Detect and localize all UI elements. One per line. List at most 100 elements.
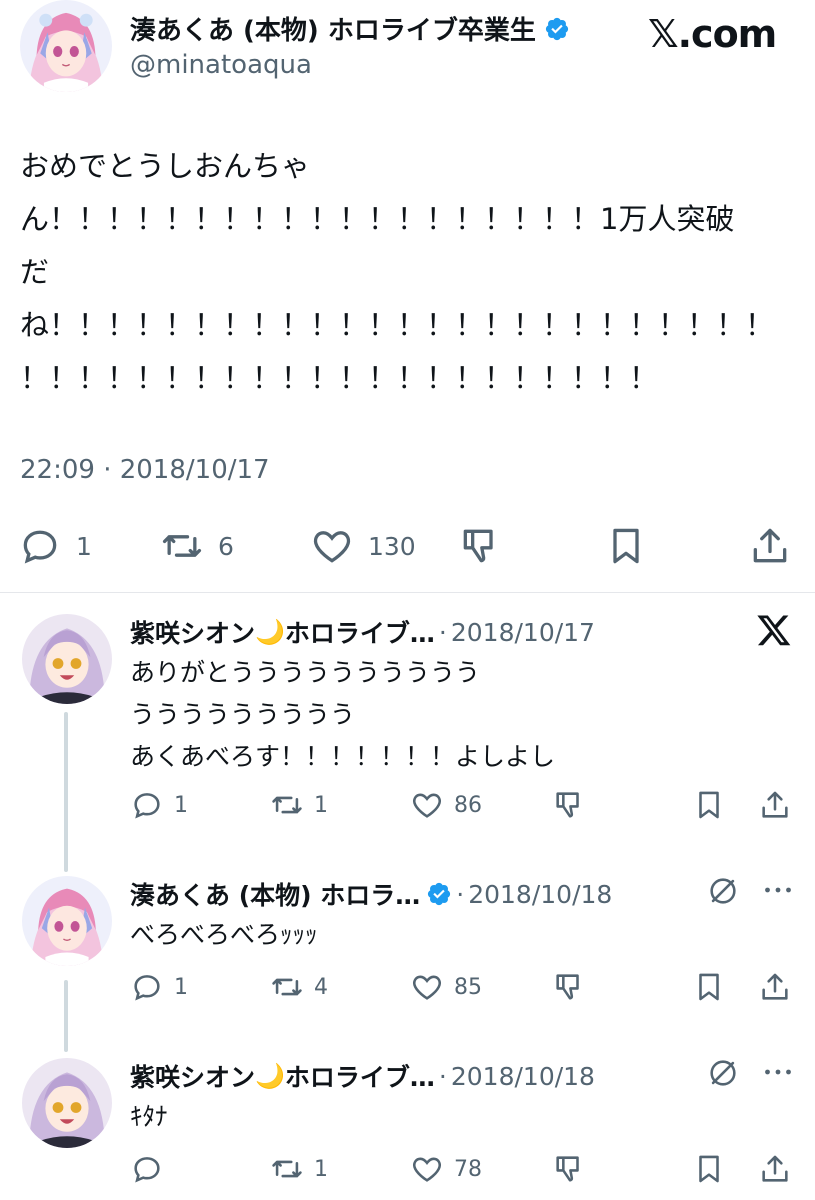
reply-icon	[23, 530, 57, 564]
moon-emoji: 🌙	[255, 618, 285, 646]
main-handle[interactable]: @minatoaqua	[130, 50, 312, 80]
bookmark-icon	[613, 528, 639, 564]
separator: ·	[438, 617, 447, 647]
share-button[interactable]	[758, 1152, 792, 1186]
retweet-count: 1	[314, 1156, 328, 1182]
dislike-icon	[556, 792, 579, 818]
reply-date[interactable]: 2018/10/17	[451, 618, 595, 647]
reply-button[interactable]	[130, 1152, 174, 1186]
retweet-button[interactable]: 4	[270, 970, 328, 1004]
retweet-count: 1	[314, 792, 328, 818]
reply-button[interactable]: 1	[130, 970, 188, 1004]
dislike-icon	[556, 1156, 579, 1182]
bookmark-icon	[699, 1155, 719, 1183]
heart-icon	[313, 531, 351, 563]
reply-text: ｷﾀﾅ	[130, 1102, 168, 1131]
verified-badge-icon	[428, 882, 451, 906]
main-tweet-text: おめでとうしおんちゃ ん！！！！！！！！！！！！！！！！！！！1万人突破 だ ね…	[20, 149, 775, 395]
bookmark-button[interactable]	[692, 1152, 726, 1186]
dislike-icon	[556, 974, 579, 1000]
moon-emoji: 🌙	[255, 1062, 285, 1090]
dislike-button[interactable]	[552, 970, 586, 1004]
reply-display-name[interactable]: 湊あくあ (本物) ホロラ…	[130, 876, 420, 912]
x-logo-icon	[756, 612, 792, 652]
heart-icon	[413, 1157, 441, 1182]
reply-icon	[134, 975, 160, 1001]
reply-count: 1	[76, 531, 92, 561]
thread-line	[64, 712, 68, 872]
like-count: 85	[454, 974, 482, 1000]
retweet-icon	[162, 535, 202, 557]
like-count: 78	[454, 1156, 482, 1182]
reply-button[interactable]: 1	[130, 788, 188, 822]
reply-display-name[interactable]: 紫咲シオン	[130, 614, 255, 650]
reply-count: 1	[174, 792, 188, 818]
share-icon	[762, 1155, 788, 1182]
like-button[interactable]: 130	[310, 524, 416, 568]
like-count: 86	[454, 792, 482, 818]
more-icon[interactable]	[760, 872, 796, 912]
dislike-button[interactable]	[552, 1152, 586, 1186]
main-tweet-header: 湊あくあ (本物) ホロライブ卒業生 @minatoaqua 𝕏.com	[0, 0, 815, 110]
thread-line	[64, 980, 68, 1052]
display-name-text: 湊あくあ (本物) ホロライブ卒業生	[130, 16, 536, 46]
reply-button[interactable]: 1	[18, 524, 92, 568]
like-count: 130	[368, 531, 416, 561]
bookmark-button[interactable]	[692, 970, 726, 1004]
reply-count: 1	[174, 974, 188, 1000]
dislike-button[interactable]	[458, 524, 502, 568]
reply-display-name-suffix[interactable]: ホロライブ…	[285, 614, 435, 650]
separator: ·	[438, 1061, 447, 1091]
bookmark-icon	[699, 791, 719, 819]
main-display-name[interactable]: 湊あくあ (本物) ホロライブ卒業生	[130, 10, 570, 47]
retweet-count: 4	[314, 974, 328, 1000]
reply-icon	[134, 1157, 160, 1183]
share-icon	[762, 791, 788, 818]
share-button[interactable]	[758, 788, 792, 822]
more-icon[interactable]	[760, 1054, 796, 1094]
reply-header: 紫咲シオン 🌙 ホロライブ… · 2018/10/18	[130, 1058, 595, 1094]
reply-date[interactable]: 2018/10/18	[468, 880, 612, 909]
share-icon	[762, 973, 788, 1000]
retweet-icon	[272, 978, 302, 996]
retweet-button[interactable]: 1	[270, 1152, 328, 1186]
reply-icon	[134, 793, 160, 819]
x-logo-icon: 𝕏.com	[648, 12, 777, 56]
bookmark-icon	[699, 973, 719, 1001]
grok-icon[interactable]	[706, 874, 740, 912]
dislike-button[interactable]	[552, 788, 586, 822]
reply-display-name[interactable]: 紫咲シオン	[130, 1058, 255, 1094]
reply-date[interactable]: 2018/10/18	[451, 1062, 595, 1091]
like-button[interactable]: 86	[410, 788, 482, 822]
main-tweet-timestamp[interactable]: 22:09 · 2018/10/17	[20, 455, 270, 485]
bookmark-button[interactable]	[604, 524, 648, 568]
share-button[interactable]	[748, 524, 792, 568]
grok-icon[interactable]	[706, 1056, 740, 1094]
shion-avatar[interactable]	[22, 1058, 112, 1148]
like-button[interactable]: 85	[410, 970, 482, 1004]
reply-header: 紫咲シオン 🌙 ホロライブ… · 2018/10/17	[130, 614, 595, 650]
aqua-avatar[interactable]	[20, 0, 112, 92]
reply-display-name-suffix[interactable]: ホロライブ…	[285, 1058, 435, 1094]
retweet-button[interactable]: 1	[270, 788, 328, 822]
like-button[interactable]: 78	[410, 1152, 482, 1186]
retweet-icon	[272, 796, 302, 814]
reply-text: べろべろべろｯｯｯ	[130, 920, 318, 949]
divider	[0, 592, 815, 593]
separator: ·	[456, 879, 465, 909]
shion-avatar[interactable]	[22, 614, 112, 704]
aqua-avatar[interactable]	[22, 876, 112, 966]
reply-text: ありがとうううううううううう ううううううううう あくあべろす！！！！！！！よし…	[130, 658, 556, 771]
retweet-button[interactable]: 6	[160, 524, 234, 568]
main-action-bar: 1 6 130	[0, 520, 815, 576]
dislike-icon	[463, 529, 493, 563]
heart-icon	[413, 975, 441, 1000]
verified-badge-icon	[545, 17, 568, 40]
share-icon	[753, 528, 787, 563]
retweet-count: 6	[218, 531, 234, 561]
heart-icon	[413, 793, 441, 818]
reply-header: 湊あくあ (本物) ホロラ… · 2018/10/18	[130, 876, 612, 912]
retweet-icon	[272, 1160, 302, 1178]
share-button[interactable]	[758, 970, 792, 1004]
bookmark-button[interactable]	[692, 788, 726, 822]
